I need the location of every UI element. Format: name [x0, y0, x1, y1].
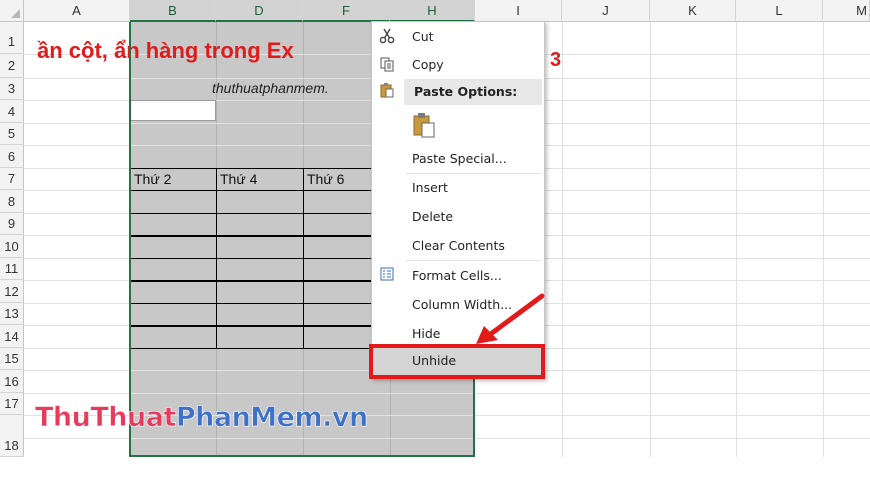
- column-header-l[interactable]: L: [736, 0, 823, 22]
- paste-button[interactable]: [412, 112, 436, 138]
- menu-item-cut[interactable]: Cut: [372, 24, 544, 50]
- column-header-f[interactable]: F: [303, 0, 390, 22]
- row-label: 18: [4, 438, 19, 453]
- column-label: B: [168, 3, 177, 18]
- column-label: A: [72, 3, 81, 18]
- column-label: M: [856, 3, 867, 18]
- row-label: 9: [7, 216, 16, 231]
- column-label: D: [254, 3, 264, 18]
- menu-item-label: Unhide: [412, 353, 457, 368]
- column-label: F: [342, 3, 350, 18]
- row-header-7[interactable]: 7: [0, 168, 24, 190]
- paste-icon: [377, 82, 397, 100]
- row-header-3[interactable]: 3: [0, 78, 24, 100]
- row-header-14[interactable]: 14: [0, 325, 24, 348]
- menu-item-paste-special[interactable]: Paste Special...: [372, 146, 544, 172]
- row-header-12[interactable]: 12: [0, 280, 24, 303]
- row-label: 5: [7, 126, 16, 141]
- column-label: J: [602, 3, 609, 18]
- row-header-10[interactable]: 10: [0, 235, 24, 258]
- column-header-d[interactable]: D: [216, 0, 303, 22]
- menu-item-label: Insert: [412, 180, 448, 195]
- row-header-15[interactable]: 15: [0, 348, 24, 370]
- menu-item-delete[interactable]: Delete: [372, 204, 544, 230]
- row-label: 6: [7, 149, 16, 164]
- row-label: 7: [7, 171, 16, 186]
- menu-item-label: Clear Contents: [412, 238, 505, 253]
- scissors-icon: [377, 28, 397, 46]
- row-header-5[interactable]: 5: [0, 123, 24, 145]
- row-header-4[interactable]: 4: [0, 100, 24, 123]
- row-label: 1: [7, 34, 16, 49]
- row-header-11[interactable]: 11: [0, 258, 24, 280]
- menu-item-format-cells[interactable]: Format Cells...: [372, 263, 544, 289]
- watermark-part: ThuThuat: [35, 402, 177, 434]
- row-header-2[interactable]: 2: [0, 54, 24, 78]
- watermark-logo: ThuThuatPhanMem.vn: [35, 402, 369, 434]
- row-label: 11: [4, 261, 19, 276]
- column-label: L: [775, 3, 783, 18]
- row-header-18[interactable]: 18: [0, 415, 24, 457]
- row-header-16[interactable]: 16: [0, 370, 24, 393]
- menu-item-clear-contents[interactable]: Clear Contents: [372, 233, 544, 259]
- sheet-title-suffix: 3: [550, 49, 562, 71]
- menu-item-label: Cut: [412, 29, 434, 44]
- format-cells-icon: [377, 267, 397, 285]
- menu-item-label: Delete: [412, 209, 454, 224]
- row-header-6[interactable]: 6: [0, 145, 24, 168]
- row-label: 3: [7, 81, 16, 96]
- row-label: 15: [4, 351, 19, 366]
- row-header-8[interactable]: 8: [0, 190, 24, 213]
- menu-item-label: Format Cells...: [412, 268, 502, 283]
- row-header-13[interactable]: 13: [0, 303, 24, 325]
- red-arrow-icon: [476, 293, 545, 344]
- select-all-corner[interactable]: [0, 0, 24, 22]
- row-label: 4: [7, 104, 16, 119]
- menu-item-label: Hide: [412, 326, 441, 341]
- paste-options-header: Paste Options:: [404, 79, 542, 105]
- row-label: 10: [4, 239, 19, 254]
- row-label: 8: [7, 194, 16, 209]
- row-header-17[interactable]: 17: [0, 393, 24, 415]
- column-header-a[interactable]: A: [24, 0, 130, 22]
- row-header-1[interactable]: 1: [0, 22, 24, 54]
- watermark-part: PhanMem: [175, 402, 323, 434]
- menu-item-label: Paste Special...: [412, 151, 507, 166]
- row-label: 14: [4, 329, 19, 344]
- row-label: 17: [4, 396, 19, 411]
- row-label: 13: [4, 306, 19, 321]
- paste-options-label: Paste Options:: [414, 84, 518, 99]
- menu-item-label: Copy: [412, 57, 444, 72]
- watermark-part: .vn: [322, 402, 369, 434]
- column-header-j[interactable]: J: [562, 0, 650, 22]
- column-label: K: [688, 3, 697, 18]
- column-header-h[interactable]: H: [390, 0, 475, 22]
- column-header-b[interactable]: B: [130, 0, 216, 22]
- column-header-i[interactable]: I: [475, 0, 562, 22]
- copy-icon: [377, 56, 397, 74]
- column-label: H: [427, 3, 437, 18]
- menu-item-insert[interactable]: Insert: [372, 175, 544, 201]
- column-header-m[interactable]: M: [823, 0, 870, 22]
- menu-item-copy[interactable]: Copy: [372, 52, 544, 78]
- column-label: I: [516, 3, 520, 18]
- row-header-9[interactable]: 9: [0, 213, 24, 235]
- row-label: 2: [7, 58, 16, 73]
- row-label: 12: [4, 284, 19, 299]
- row-label: 16: [4, 374, 19, 389]
- column-header-k[interactable]: K: [650, 0, 736, 22]
